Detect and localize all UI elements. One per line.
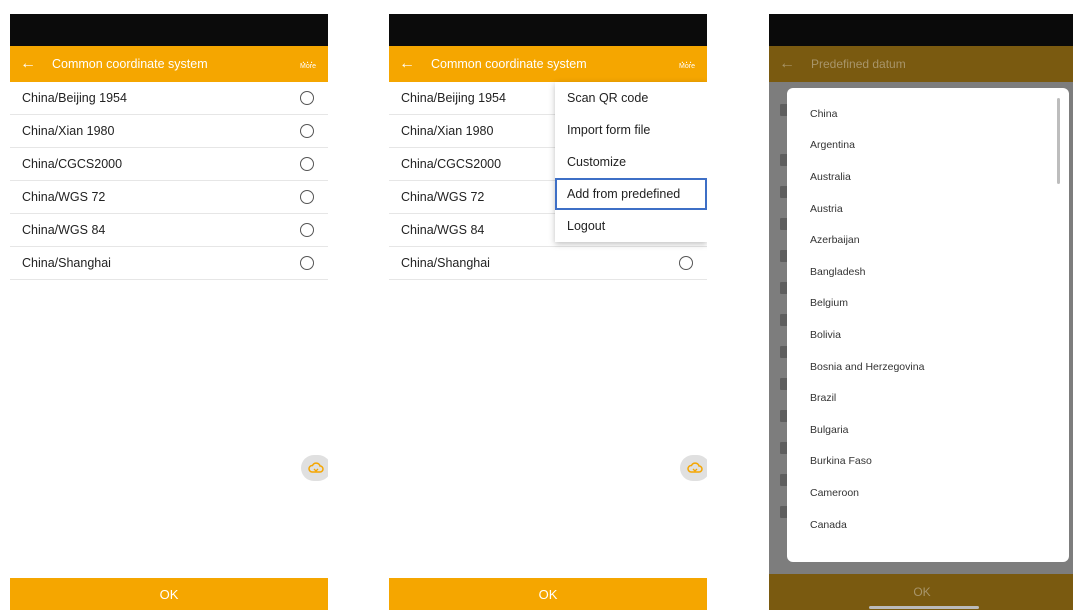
radio-button[interactable] [300,190,314,204]
screen-more-menu: ← Common coordinate system ... More Chin… [389,14,707,612]
item-label: China/Xian 1980 [401,124,494,138]
item-label: China/Xian 1980 [22,124,115,138]
country-item[interactable]: Bosnia and Herzegovina [787,351,1069,383]
country-item[interactable]: Austria [787,193,1069,225]
back-arrow-icon[interactable]: ← [769,55,805,73]
radio-button[interactable] [679,256,693,270]
ok-button: OK [769,574,1073,610]
country-item[interactable]: Burkina Faso [787,446,1069,478]
country-item[interactable]: Bulgaria [787,414,1069,446]
list-item[interactable]: China/Shanghai [10,247,328,280]
item-label: China/Shanghai [22,256,111,270]
list-item[interactable]: China/Xian 1980 [10,115,328,148]
item-label: China/WGS 72 [401,190,485,204]
item-label: China/CGCS2000 [401,157,502,171]
menu-item-logout[interactable]: Logout [555,210,707,242]
page-title: Common coordinate system [431,57,587,71]
screen-predefined-datum: ← Predefined datum OK China Argentina Aust… [769,14,1073,612]
app-bar: ← Predefined datum [769,46,1073,82]
radio-button[interactable] [300,256,314,270]
country-item[interactable]: Belgium [787,288,1069,320]
item-label: China/WGS 84 [22,223,106,237]
item-label: China/CGCS2000 [22,157,123,171]
cloud-sync-icon [308,462,324,473]
radio-button[interactable] [300,157,314,171]
list-item[interactable]: China/CGCS2000 [10,148,328,181]
item-label: China/Beijing 1954 [401,91,506,105]
more-popup-menu: Scan QR code Import form file Customize … [555,82,707,242]
ok-button[interactable]: OK [10,578,328,610]
country-item[interactable]: Bangladesh [787,256,1069,288]
list-item[interactable]: China/Beijing 1954 [10,82,328,115]
back-arrow-icon[interactable]: ← [389,55,425,73]
status-bar [389,14,707,46]
scrollbar[interactable] [1057,98,1060,184]
list-item[interactable]: China/WGS 84 [10,214,328,247]
coordinate-system-list: China/Beijing 1954 China/Xian 1980 China… [10,82,328,280]
item-label: China/WGS 84 [401,223,485,237]
more-label: More [300,63,316,70]
menu-item-import-form-file[interactable]: Import form file [555,114,707,146]
country-picker-dialog: China Argentina Australia Austria Azerbaijan… [787,88,1069,562]
country-item[interactable]: Cameroon [787,477,1069,509]
menu-item-scan-qr-code[interactable]: Scan QR code [555,82,707,114]
radio-button[interactable] [300,91,314,105]
country-item[interactable]: Australia [787,161,1069,193]
item-label: China/Shanghai [401,256,490,270]
country-item[interactable]: China [787,98,1069,130]
more-button[interactable]: ... More [667,55,707,71]
status-bar [10,14,328,46]
status-bar [769,14,1073,46]
more-label: More [679,63,695,70]
screen-coordinate-list: ← Common coordinate system ... More Chin… [10,14,328,612]
item-label: China/Beijing 1954 [22,91,127,105]
menu-item-customize[interactable]: Customize [555,146,707,178]
cloud-sync-button[interactable] [301,455,328,481]
list-item[interactable]: China/WGS 72 [10,181,328,214]
country-item[interactable]: Canada [787,509,1069,541]
country-item[interactable]: Brazil [787,382,1069,414]
back-arrow-icon[interactable]: ← [10,55,46,73]
page-title: Common coordinate system [52,57,208,71]
country-item[interactable]: Argentina [787,130,1069,162]
app-bar: ← Common coordinate system ... More [389,46,707,82]
menu-item-add-from-predefined[interactable]: Add from predefined [555,178,707,210]
country-item[interactable]: Azerbaijan [787,224,1069,256]
radio-button[interactable] [300,124,314,138]
radio-button[interactable] [300,223,314,237]
country-item[interactable]: Bolivia [787,319,1069,351]
country-list: China Argentina Australia Austria Azerbaijan… [787,88,1069,540]
cloud-sync-button[interactable] [680,455,707,481]
page-title: Predefined datum [811,57,906,71]
item-label: China/WGS 72 [22,190,106,204]
more-button[interactable]: ... More [288,55,328,71]
ok-button[interactable]: OK [389,578,707,610]
list-item[interactable]: China/Shanghai [389,247,707,280]
app-bar: ← Common coordinate system ... More [10,46,328,82]
cloud-sync-icon [687,462,703,473]
home-indicator [869,606,979,609]
